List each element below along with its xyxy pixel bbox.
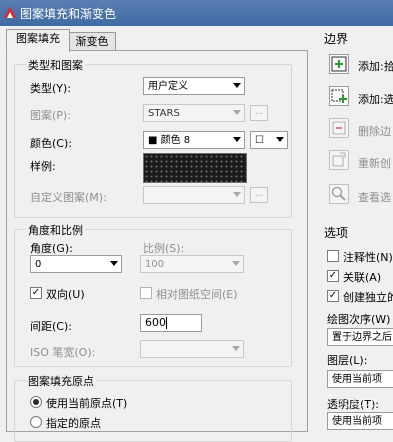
annotative-label: 注释性(N) xyxy=(343,251,393,264)
origin-group xyxy=(14,380,292,442)
remove-boundaries-label: 删除边 xyxy=(358,125,391,138)
type-combo-value: 用户定义 xyxy=(148,81,188,92)
chevron-down-icon xyxy=(110,261,118,266)
spacing-label: 间距(C): xyxy=(30,320,72,333)
watermark-text: ©CAD之 xyxy=(334,398,376,409)
iso-pen-label: ISO 笔宽(O): xyxy=(30,346,96,359)
chevron-down-icon xyxy=(232,261,240,266)
transparency-combo[interactable]: 使用当前项 xyxy=(327,412,393,430)
draw-order-combo[interactable]: 置于边界之后 xyxy=(327,328,393,346)
iso-pen-combo[interactable] xyxy=(140,340,244,358)
layer-value: 使用当前项 xyxy=(332,374,382,385)
tab-gradient[interactable]: 渐变色 xyxy=(68,32,116,51)
add-select-objects-button[interactable] xyxy=(329,86,349,106)
scale-combo[interactable]: 100 xyxy=(140,255,244,273)
angle-scale-group-label: 角度和比例 xyxy=(26,222,85,238)
relative-paper-label: 相对图纸空间(E) xyxy=(156,288,238,301)
view-selections-label: 查看选 xyxy=(358,191,391,204)
specified-origin-label: 指定的原点 xyxy=(46,417,101,430)
chevron-down-icon xyxy=(233,137,241,142)
type-combo[interactable]: 用户定义 xyxy=(143,77,245,95)
color-label: 颜色(C): xyxy=(30,137,72,150)
annotative-checkbox[interactable] xyxy=(327,250,339,262)
custom-pattern-combo[interactable] xyxy=(143,186,245,204)
chevron-down-icon xyxy=(276,137,284,142)
independent-hatch-label: 创建独立的 xyxy=(343,291,393,304)
view-selections-button[interactable] xyxy=(329,184,349,204)
type-label: 类型(Y): xyxy=(30,82,72,95)
angle-value: 0 xyxy=(35,259,42,270)
background-color-value: ☐ xyxy=(255,135,264,146)
add-select-objects-label: 添加:选 xyxy=(358,93,393,106)
use-current-origin-radio[interactable] xyxy=(30,396,42,408)
spacing-value: 600 xyxy=(145,316,166,329)
layer-combo[interactable]: 使用当前项 xyxy=(327,370,393,388)
pattern-sample-swatch[interactable] xyxy=(143,153,247,183)
layer-label: 图层(L): xyxy=(327,354,368,367)
title-bar[interactable]: 图案填充和渐变色 xyxy=(0,0,393,26)
add-pick-icon xyxy=(331,56,347,72)
magnifier-icon xyxy=(331,186,346,201)
recreate-boundary-button[interactable] xyxy=(329,150,349,170)
boundary-group-label: 边界 xyxy=(324,32,349,46)
add-pick-points-button[interactable] xyxy=(329,54,349,74)
sample-label: 样例: xyxy=(30,160,56,173)
remove-boundaries-button[interactable] xyxy=(329,118,349,138)
use-current-origin-label: 使用当前原点(T) xyxy=(46,397,128,410)
recreate-boundary-label: 重新创 xyxy=(358,157,391,170)
scale-label: 比例(S): xyxy=(143,242,185,255)
color-combo[interactable]: ■ 颜色 8 xyxy=(143,131,245,149)
scale-value: 100 xyxy=(145,259,165,270)
custom-pattern-label: 自定义图案(M): xyxy=(30,191,107,204)
background-color-combo[interactable]: ☐ xyxy=(250,131,288,149)
angle-combo[interactable]: 0 xyxy=(30,255,122,273)
pattern-combo[interactable]: STARS xyxy=(143,104,245,122)
double-label: 双向(U) xyxy=(46,288,85,301)
chevron-down-icon xyxy=(233,192,241,197)
recreate-boundary-icon xyxy=(332,152,346,167)
origin-group-label: 图案填充原点 xyxy=(26,373,96,389)
tab-hatch[interactable]: 图案填充 xyxy=(6,29,70,52)
associative-checkbox[interactable]: ✓ xyxy=(327,270,339,282)
draw-order-value: 置于边界之后 xyxy=(332,332,392,343)
specified-origin-radio[interactable] xyxy=(30,416,42,428)
color-combo-value: ■ 颜色 8 xyxy=(148,135,191,146)
add-pick-points-label: 添加:拾 xyxy=(358,60,393,73)
window-title: 图案填充和渐变色 xyxy=(20,7,117,21)
chevron-down-icon xyxy=(233,110,241,115)
type-pattern-group-label: 类型和图案 xyxy=(26,57,85,73)
spacing-input[interactable]: 600 xyxy=(140,314,202,332)
pattern-label: 图案(P): xyxy=(30,109,71,122)
options-group-label: 选项 xyxy=(324,226,349,240)
remove-boundary-icon xyxy=(332,121,346,135)
associative-label: 关联(A) xyxy=(343,271,382,284)
pattern-browse-button[interactable]: ... xyxy=(250,105,268,121)
autocad-app-icon xyxy=(4,6,16,18)
add-select-icon xyxy=(331,89,347,103)
pattern-combo-value: STARS xyxy=(148,108,180,119)
chevron-down-icon xyxy=(232,346,240,351)
independent-hatch-checkbox[interactable]: ✓ xyxy=(327,290,339,302)
relative-paper-checkbox[interactable] xyxy=(140,287,152,299)
tab-strip: 图案填充 渐变色 xyxy=(0,26,320,52)
text-caret xyxy=(166,317,167,329)
draw-order-label: 绘图次序(W) xyxy=(327,313,391,326)
chevron-down-icon xyxy=(233,83,241,88)
angle-label: 角度(G): xyxy=(30,242,73,255)
double-checkbox[interactable]: ✓ xyxy=(30,287,42,299)
custom-pattern-browse-button[interactable]: ... xyxy=(250,187,268,203)
transparency-value: 使用当前项 xyxy=(332,416,382,427)
